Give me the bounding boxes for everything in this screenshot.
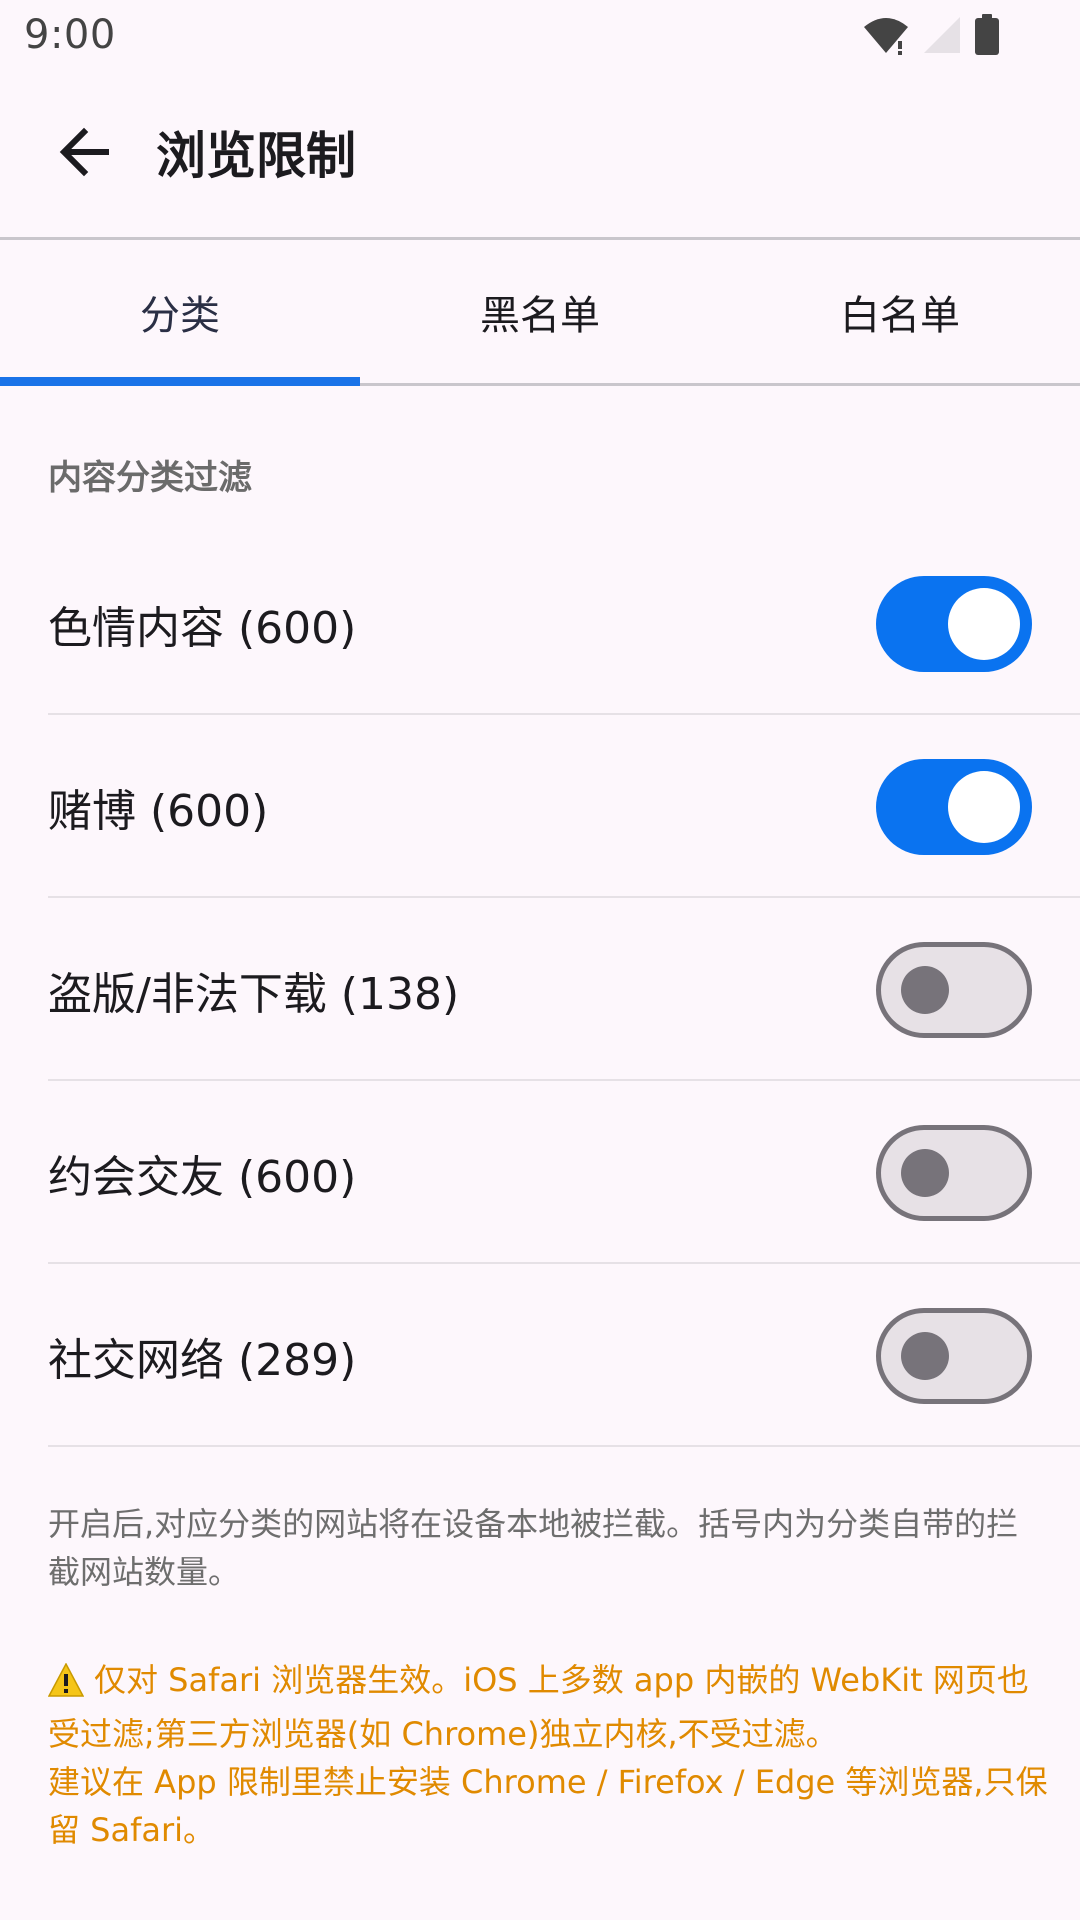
battery-icon [974, 14, 1000, 60]
tab-blacklist[interactable]: 黑名单 [360, 240, 720, 383]
status-bar: 9:00 [0, 0, 1080, 72]
toggle-knob [901, 966, 949, 1014]
toggle-knob [948, 771, 1020, 843]
back-button[interactable] [52, 122, 116, 186]
list-item: 赌博 (600) [48, 715, 1080, 898]
category-label: 约会交友 (600) [48, 1152, 357, 1203]
wifi-icon [862, 15, 910, 59]
tab-categories[interactable]: 分类 [0, 240, 360, 386]
description-text: 开启后,对应分类的网站将在设备本地被拦截。括号内为分类自带的拦截网站数量。 [48, 1505, 1019, 1591]
tab-indicator [0, 377, 360, 386]
category-label: 色情内容 (600) [48, 603, 357, 654]
list-item: 盗版/非法下载 (138) [48, 898, 1080, 1081]
category-toggle[interactable] [876, 576, 1032, 672]
tab-bar: 分类 黑名单 白名单 [0, 240, 1080, 386]
cellular-icon [922, 15, 962, 59]
toggle-knob [901, 1332, 949, 1380]
list-item: 色情内容 (600) [48, 532, 1080, 715]
app-bar: 浏览限制 [0, 72, 1080, 240]
category-toggle[interactable] [876, 942, 1032, 1038]
category-label: 赌博 (600) [48, 786, 269, 837]
status-time: 9:00 [24, 12, 116, 58]
category-toggle[interactable] [876, 1308, 1032, 1404]
tab-label: 黑名单 [480, 292, 600, 339]
category-toggle[interactable] [876, 1125, 1032, 1221]
category-label: 盗版/非法下载 (138) [48, 969, 460, 1020]
warning-note: 仅对 Safari 浏览器生效。iOS 上多数 app 内嵌的 WebKit 网… [47, 1656, 1048, 1854]
arrow-back-icon [58, 126, 110, 182]
section-header: 内容分类过滤 [48, 458, 252, 498]
warning-icon [47, 1662, 85, 1710]
category-label: 社交网络 (289) [48, 1335, 357, 1386]
toggle-knob [901, 1149, 949, 1197]
category-toggle[interactable] [876, 759, 1032, 855]
toggle-knob [948, 588, 1020, 660]
list-item: 社交网络 (289) [48, 1264, 1080, 1447]
status-icons [862, 14, 1000, 60]
warning-text-line1: 仅对 Safari 浏览器生效。iOS 上多数 app 内嵌的 WebKit 网… [48, 1661, 1029, 1753]
tab-whitelist[interactable]: 白名单 [720, 240, 1080, 383]
category-list: 色情内容 (600) 赌博 (600) 盗版/非法下载 (138) 约会交友 (… [48, 532, 1080, 1447]
tab-label: 白名单 [840, 292, 960, 339]
page-title: 浏览限制 [156, 127, 356, 185]
tab-label: 分类 [140, 292, 220, 339]
warning-text-line2: 建议在 App 限制里禁止安装 Chrome / Firefox / Edge … [48, 1763, 1048, 1849]
list-item: 约会交友 (600) [48, 1081, 1080, 1264]
